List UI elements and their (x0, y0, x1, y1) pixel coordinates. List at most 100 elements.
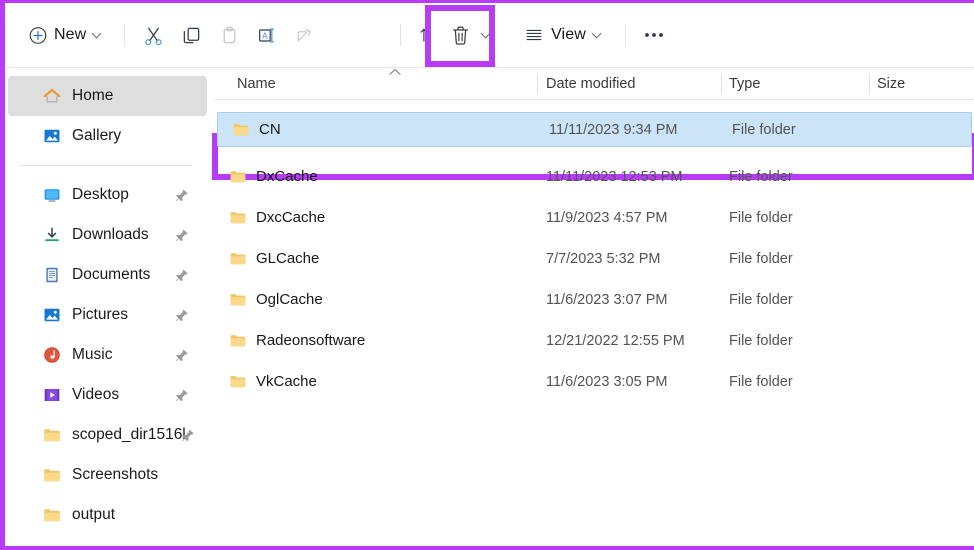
trash-icon (449, 24, 472, 48)
gallery-icon (43, 127, 61, 145)
sidebar-item-label: Pictures (72, 306, 128, 324)
toolbar-divider-2 (400, 24, 401, 46)
navigation-pane: Home Gallery Desktop (5, 68, 210, 549)
table-row[interactable]: DxcCache 11/9/2023 4:57 PM File folder (215, 197, 974, 238)
view-button-label: View (551, 26, 586, 44)
folder-icon (43, 506, 61, 524)
video-icon (43, 386, 61, 404)
table-row[interactable]: Radeonsoftware 12/21/2022 12:55 PM File … (215, 320, 974, 361)
file-type-cell: File folder (729, 210, 793, 226)
column-divider[interactable] (721, 74, 722, 94)
desktop-icon (43, 186, 61, 204)
sidebar-item-label: Desktop (72, 186, 129, 204)
sidebar-item-label: Music (72, 346, 112, 364)
see-more-button[interactable] (635, 16, 673, 54)
cut-button[interactable] (134, 16, 172, 54)
column-header-row: Name Date modified Type Size (215, 68, 974, 100)
file-name-cell: GLCache (229, 250, 319, 267)
folder-icon (229, 210, 247, 225)
file-explorer-window: New A (0, 0, 974, 550)
column-header-type[interactable]: Type (729, 76, 760, 92)
file-date-cell: 12/21/2022 12:55 PM (546, 333, 685, 349)
sidebar-item-label: scoped_dir1516l (72, 426, 186, 444)
pin-icon[interactable] (175, 388, 189, 402)
sidebar-item-label: Documents (72, 266, 150, 284)
rename-button[interactable]: A (248, 16, 286, 54)
file-type-cell: File folder (729, 374, 793, 390)
new-button[interactable]: New (19, 16, 115, 54)
download-icon (43, 226, 61, 244)
pin-icon[interactable] (175, 268, 189, 282)
sidebar-item-output[interactable]: output (8, 495, 207, 535)
table-row[interactable]: CN 11/11/2023 9:34 PM File folder (217, 112, 972, 147)
copy-icon (181, 25, 202, 46)
file-name-cell: Radeonsoftware (229, 332, 365, 349)
share-button[interactable] (286, 16, 324, 54)
ellipsis-icon (643, 31, 665, 39)
toolbar-divider-3 (625, 24, 626, 46)
table-row[interactable]: OglCache 11/6/2023 3:07 PM File folder (215, 279, 974, 320)
sidebar-divider (19, 165, 192, 166)
sidebar-item-videos[interactable]: Videos (8, 375, 207, 415)
file-type-cell: File folder (729, 292, 793, 308)
pin-icon[interactable] (175, 228, 189, 242)
folder-icon (229, 251, 247, 266)
file-name-text: CN (259, 121, 281, 138)
sidebar-item-scoped-dir[interactable]: scoped_dir1516l (8, 415, 207, 455)
sidebar-item-documents[interactable]: Documents (8, 255, 207, 295)
folder-icon (229, 169, 247, 184)
sidebar-item-home[interactable]: Home (8, 76, 207, 116)
file-type-cell: File folder (729, 251, 793, 267)
view-button[interactable]: View (516, 16, 611, 54)
file-date-cell: 11/6/2023 3:07 PM (546, 292, 667, 308)
folder-icon (229, 333, 247, 348)
column-divider[interactable] (537, 74, 538, 94)
sidebar-item-downloads[interactable]: Downloads (8, 215, 207, 255)
pin-icon[interactable] (175, 188, 189, 202)
sidebar-item-gallery[interactable]: Gallery (8, 116, 207, 156)
chevron-up-icon[interactable] (388, 64, 402, 74)
file-name-text: DxcCache (256, 209, 325, 226)
file-name-text: GLCache (256, 250, 319, 267)
file-date-cell: 11/11/2023 12:53 PM (546, 169, 683, 185)
folder-icon (232, 122, 250, 137)
table-row[interactable]: VkCache 11/6/2023 3:05 PM File folder (215, 361, 974, 402)
chevron-down-icon-view[interactable] (593, 29, 603, 39)
rename-icon: A (256, 25, 278, 46)
pin-icon[interactable] (175, 308, 189, 322)
table-row[interactable]: GLCache 7/7/2023 5:32 PM File folder (215, 238, 974, 279)
column-header-name[interactable]: Name (237, 76, 276, 92)
paste-icon (219, 25, 240, 46)
folder-icon (229, 374, 247, 389)
copy-button[interactable] (172, 16, 210, 54)
chevron-down-icon-sort[interactable] (482, 29, 492, 39)
sidebar-item-label: Gallery (72, 127, 121, 145)
chevron-down-icon[interactable] (93, 29, 103, 39)
table-row[interactable]: DxCache 11/11/2023 12:53 PM File folder (215, 156, 974, 197)
toolbar-divider (124, 24, 125, 46)
pin-icon[interactable] (181, 428, 195, 442)
sidebar-item-label: Screenshots (72, 466, 158, 484)
plus-circle-icon (29, 26, 47, 44)
share-icon (294, 25, 316, 46)
sidebar-item-music[interactable]: Music (8, 335, 207, 375)
folder-icon (229, 292, 247, 307)
file-date-cell: 7/7/2023 5:32 PM (546, 251, 660, 267)
column-header-size[interactable]: Size (877, 76, 905, 92)
column-header-date-modified[interactable]: Date modified (546, 76, 635, 92)
pin-icon[interactable] (175, 348, 189, 362)
paste-button[interactable] (210, 16, 248, 54)
sidebar-item-desktop[interactable]: Desktop (8, 175, 207, 215)
music-icon (43, 346, 61, 364)
column-divider[interactable] (869, 74, 870, 94)
file-date-cell: 11/6/2023 3:05 PM (546, 374, 667, 390)
file-rows: CN 11/11/2023 9:34 PM File folder DxCach… (215, 100, 974, 402)
file-name-cell: OglCache (229, 291, 323, 308)
sidebar-item-screenshots[interactable]: Screenshots (8, 455, 207, 495)
sidebar-item-pictures[interactable]: Pictures (8, 295, 207, 335)
file-type-cell: File folder (729, 169, 793, 185)
delete-button[interactable] (441, 17, 480, 55)
folder-icon (43, 426, 61, 444)
file-name-cell: DxcCache (229, 209, 325, 226)
scissors-icon (143, 25, 164, 46)
